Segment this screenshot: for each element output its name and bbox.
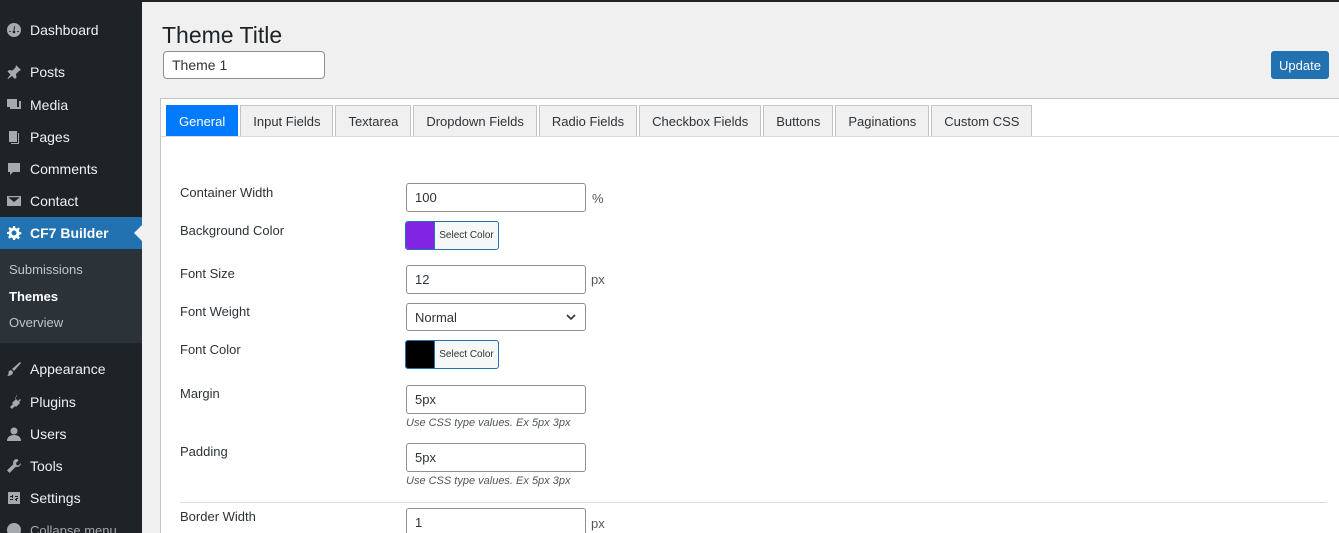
menu-label: Media — [30, 97, 69, 113]
font-color-picker[interactable]: Select Color — [405, 340, 499, 369]
tab-dropdown-fields[interactable]: Dropdown Fields — [413, 105, 537, 136]
menu-label: Comments — [30, 161, 98, 177]
menu-label: Contact — [30, 193, 79, 209]
menu-item-posts[interactable]: Posts — [0, 56, 142, 88]
menu-label: Collapse menu — [30, 522, 117, 533]
font-size-input[interactable] — [406, 265, 586, 294]
font-weight-label: Font Weight — [180, 304, 250, 319]
section-divider — [180, 502, 1327, 503]
margin-input[interactable] — [406, 385, 586, 414]
border-width-input[interactable] — [406, 508, 586, 533]
background-color-picker[interactable]: Select Color — [405, 221, 499, 250]
pin-icon — [6, 64, 22, 80]
gear-icon — [6, 225, 22, 241]
tab-input-fields[interactable]: Input Fields — [240, 105, 334, 136]
menu-item-pages[interactable]: Pages — [0, 121, 142, 153]
user-icon — [6, 426, 22, 442]
theme-settings-panel: General Input Fields Textarea Dropdown F… — [160, 98, 1339, 533]
font-color-swatch — [406, 341, 434, 368]
menu-item-dashboard[interactable]: Dashboard — [0, 14, 142, 46]
padding-input[interactable] — [406, 443, 586, 472]
font-size-label: Font Size — [180, 266, 235, 281]
admin-sidebar: Dashboard Posts Media Pages Comments Con… — [0, 0, 142, 533]
menu-label: Posts — [30, 64, 66, 80]
collapse-icon — [6, 522, 22, 533]
select-color-label: Select Color — [434, 222, 498, 249]
chevron-down-icon — [566, 314, 576, 321]
container-width-input[interactable] — [406, 183, 586, 212]
select-color-label: Select Color — [434, 341, 498, 368]
media-icon — [6, 97, 22, 113]
border-width-unit: px — [591, 516, 605, 531]
padding-label: Padding — [180, 444, 228, 459]
tab-checkbox-fields[interactable]: Checkbox Fields — [639, 105, 762, 136]
top-edge — [0, 0, 1339, 2]
margin-label: Margin — [180, 386, 220, 401]
menu-item-media[interactable]: Media — [0, 89, 142, 121]
menu-item-settings[interactable]: Settings — [0, 482, 142, 514]
background-color-label: Background Color — [180, 223, 285, 238]
menu-label: Appearance — [30, 361, 106, 377]
padding-hint: Use CSS type values. Ex 5px 3px — [406, 475, 571, 487]
font-weight-value: Normal — [415, 309, 457, 325]
container-width-label: Container Width — [180, 185, 274, 200]
container-width-unit: % — [592, 191, 604, 206]
comment-icon — [6, 161, 22, 177]
tab-radio-fields[interactable]: Radio Fields — [538, 105, 638, 136]
tab-general[interactable]: General — [166, 105, 239, 136]
mail-icon — [6, 193, 22, 209]
margin-hint: Use CSS type values. Ex 5px 3px — [406, 417, 571, 429]
background-color-swatch — [406, 222, 434, 249]
settings-icon — [6, 490, 22, 506]
tab-custom-css[interactable]: Custom CSS — [931, 105, 1033, 136]
tab-paginations[interactable]: Paginations — [835, 105, 930, 136]
dashboard-icon — [6, 22, 22, 38]
pages-icon — [6, 129, 22, 145]
border-width-label: Border Width — [180, 509, 256, 524]
tab-divider — [161, 136, 1339, 137]
menu-item-contact[interactable]: Contact — [0, 185, 142, 217]
menu-label: Users — [30, 426, 67, 442]
submenu-item-overview[interactable]: Overview — [9, 315, 63, 330]
settings-tabs: General Input Fields Textarea Dropdown F… — [166, 105, 1034, 136]
menu-label: Dashboard — [30, 22, 99, 38]
menu-label: Plugins — [30, 394, 76, 410]
menu-label: Settings — [30, 490, 81, 506]
submenu-item-themes[interactable]: Themes — [9, 289, 58, 304]
page-title: Theme Title — [162, 22, 283, 48]
plug-icon — [6, 394, 22, 410]
menu-label: Tools — [30, 458, 63, 474]
tab-textarea[interactable]: Textarea — [335, 105, 412, 136]
wrench-icon — [6, 458, 22, 474]
theme-title-input[interactable] — [163, 51, 325, 79]
menu-item-tools[interactable]: Tools — [0, 450, 142, 482]
font-size-unit: px — [591, 272, 605, 287]
submenu-item-submissions[interactable]: Submissions — [9, 262, 83, 277]
menu-item-appearance[interactable]: Appearance — [0, 353, 142, 385]
tab-buttons[interactable]: Buttons — [763, 105, 834, 136]
menu-item-users[interactable]: Users — [0, 418, 142, 450]
cf7-builder-submenu: Submissions Themes Overview — [0, 249, 142, 343]
menu-item-cf7-builder[interactable]: CF7 Builder — [0, 217, 142, 249]
font-weight-select[interactable]: Normal — [406, 303, 586, 331]
menu-item-comments[interactable]: Comments — [0, 153, 142, 185]
menu-label: CF7 Builder — [30, 225, 109, 241]
menu-label: Pages — [30, 129, 70, 145]
brush-icon — [6, 361, 22, 377]
collapse-menu-button[interactable]: Collapse menu — [0, 514, 142, 533]
update-button[interactable]: Update — [1271, 51, 1329, 79]
font-color-label: Font Color — [180, 342, 241, 357]
menu-item-plugins[interactable]: Plugins — [0, 386, 142, 418]
